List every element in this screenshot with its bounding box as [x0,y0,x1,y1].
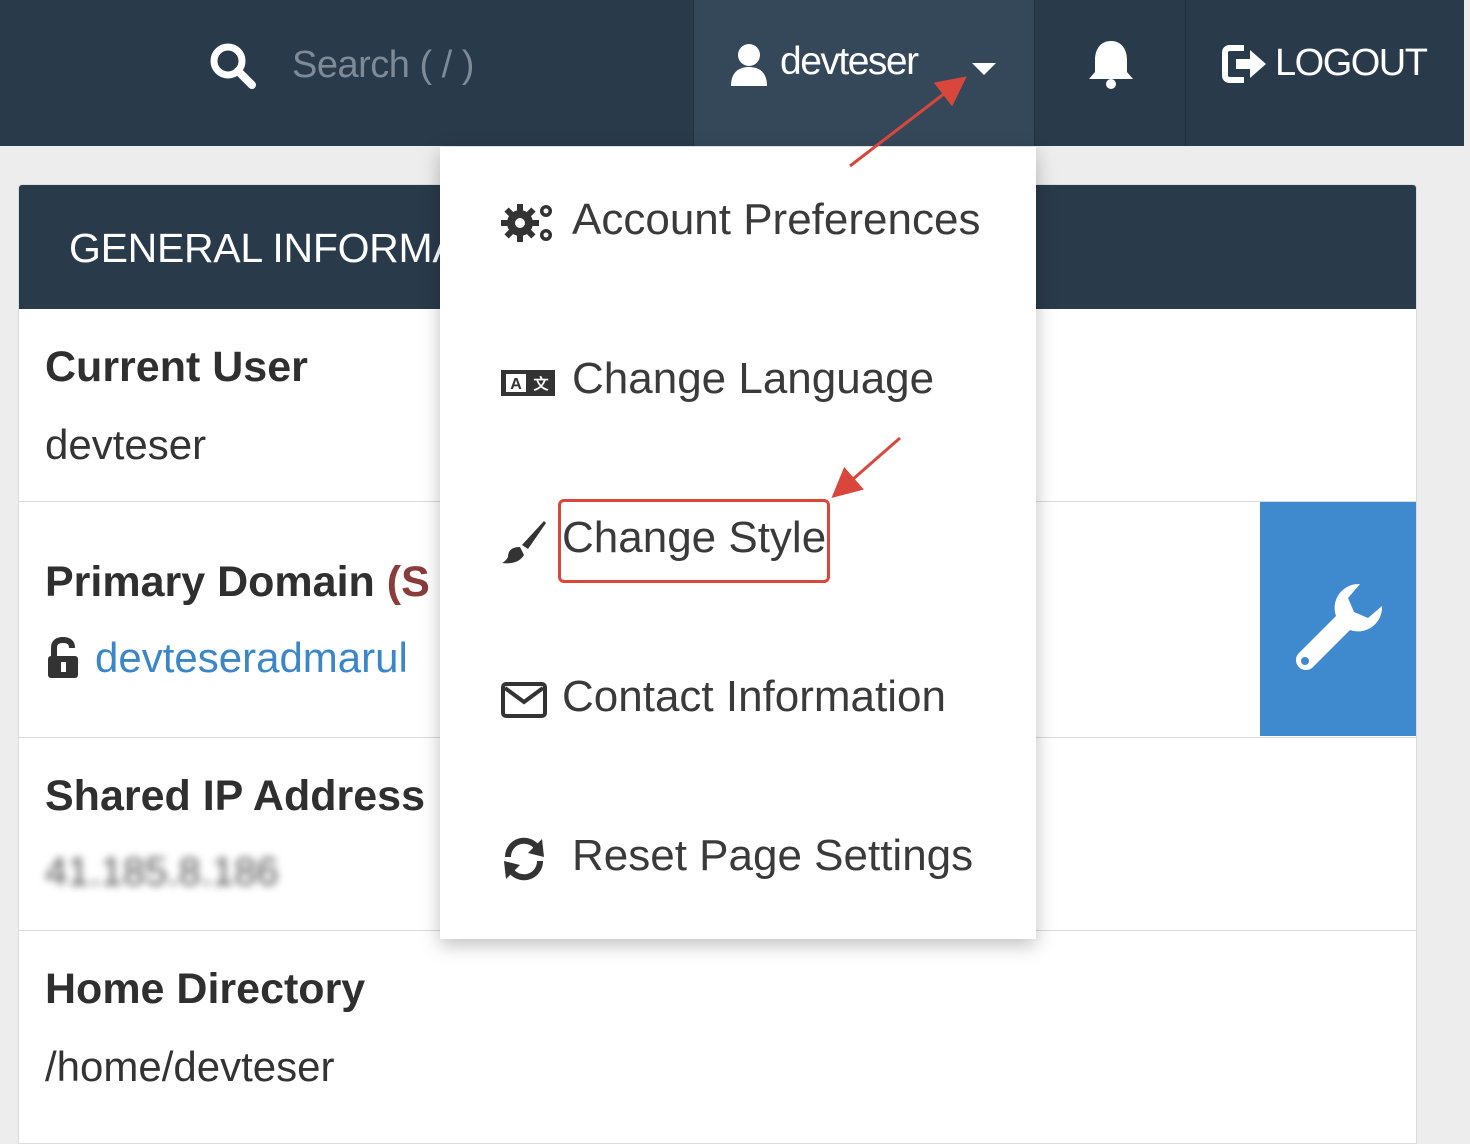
menu-item-contact-information[interactable]: Contact Information [440,624,1036,783]
shared-ip-label: Shared IP Address [45,772,425,820]
menu-item-label: Change Style [562,513,827,562]
menu-item-change-language[interactable]: A 文 Change Language [440,306,1036,465]
menu-item-account-preferences[interactable]: Account Preferences [440,147,1036,306]
search-input[interactable]: Search ( / ) [292,44,474,87]
current-user-label: Current User [45,343,308,391]
primary-domain-label-text: Primary Domain [45,558,375,606]
paintbrush-icon [502,521,546,564]
current-user-value: devteser [45,421,207,468]
manage-domain-button[interactable] [1260,502,1416,736]
primary-domain-ssl-status: (S [386,558,430,606]
menu-item-change-style[interactable]: Change Style [440,465,1036,624]
primary-domain-link[interactable]: devteseradmarul [95,634,408,682]
menu-item-reset-page-settings[interactable]: Reset Page Settings [440,783,1036,942]
home-directory-label: Home Directory [45,965,366,1013]
primary-domain-label: Primary Domain (S [45,558,430,607]
menu-item-label: Contact Information [562,672,946,721]
menu-item-label: Reset Page Settings [572,831,974,880]
language-icon: A 文 [501,370,555,396]
menu-item-label: Account Preferences [572,195,981,244]
username-label: devteser [780,40,919,83]
gears-icon [501,204,552,242]
unlock-icon [48,636,78,678]
user-icon [731,44,767,86]
search-icon[interactable] [207,40,259,92]
home-directory-value: /home/devteser [45,1043,335,1090]
bell-icon [1089,41,1133,89]
user-dropdown-menu: Account Preferences A 文 Change Language … [440,147,1036,939]
shared-ip-value: 41.185.8.186 [45,850,279,894]
info-row-home-directory: Home Directory /home/devteser [19,931,1416,1143]
caret-down-icon [972,63,996,75]
user-menu-toggle[interactable]: devteser [693,0,1035,146]
envelope-icon [501,682,547,718]
menu-item-label: Change Language [572,354,935,403]
logout-label: LOGOUT [1275,42,1428,84]
top-navbar: Search ( / ) devteser LOGOUT [0,0,1464,146]
logout-button[interactable]: LOGOUT [1186,0,1464,146]
notifications-button[interactable] [1035,0,1186,146]
sign-out-icon [1222,45,1266,83]
svg-text:文: 文 [533,375,549,393]
svg-text:A: A [510,376,522,393]
wrench-icon [1296,583,1383,670]
refresh-icon [504,837,544,881]
